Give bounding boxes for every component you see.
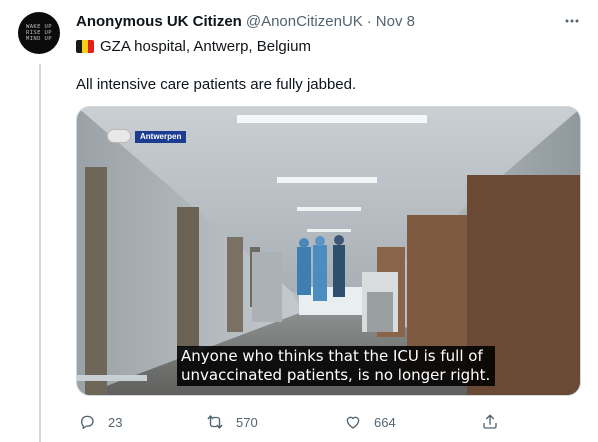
separator-dot: · [366, 13, 372, 30]
reply-button[interactable]: 23 [78, 408, 122, 436]
flag-stripe [88, 39, 94, 53]
like-count: 664 [374, 414, 396, 430]
avatar-text-line: MIND UP [26, 36, 52, 42]
avatar[interactable]: WAKE UP RISE UP MIND UP [18, 12, 60, 54]
share-button[interactable] [481, 408, 499, 436]
like-icon [346, 416, 360, 429]
like-button[interactable]: 664 [344, 408, 396, 436]
channel-logo [107, 129, 131, 143]
subtitle-line: unvaccinated patients, is no longer righ… [181, 366, 491, 384]
tweet-header: Anonymous UK Citizen @AnonCitizenUK · No… [76, 13, 584, 33]
tweet-text: All intensive care patients are fully ja… [76, 76, 357, 93]
location-line: GZA hospital, Antwerp, Belgium [76, 36, 311, 56]
user-handle[interactable]: @AnonCitizenUK [246, 13, 363, 30]
retweet-count: 570 [236, 414, 258, 430]
location-text: GZA hospital, Antwerp, Belgium [100, 37, 311, 55]
video-subtitle: Anyone who thinks that the ICU is full o… [177, 346, 495, 386]
video-media[interactable]: Antwerpen Anyone who thinks that the ICU… [76, 106, 581, 396]
reply-count: 23 [108, 414, 123, 430]
more-icon [565, 19, 579, 23]
share-icon [483, 414, 497, 429]
retweet-button[interactable]: 570 [206, 408, 258, 436]
thread-line [39, 64, 41, 442]
subtitle-line: Anyone who thinks that the ICU is full o… [181, 347, 483, 365]
more-options-button[interactable] [560, 9, 584, 33]
channel-tag: Antwerpen [135, 131, 187, 143]
reply-icon [81, 415, 94, 430]
retweet-icon [207, 415, 223, 429]
tweet[interactable]: WAKE UP RISE UP MIND UP Anonymous UK Cit… [0, 0, 598, 442]
timestamp[interactable]: Nov 8 [376, 13, 415, 30]
tweet-actions: 23 570 664 [76, 408, 506, 436]
belgium-flag-icon [76, 39, 94, 53]
display-name[interactable]: Anonymous UK Citizen [76, 13, 242, 30]
